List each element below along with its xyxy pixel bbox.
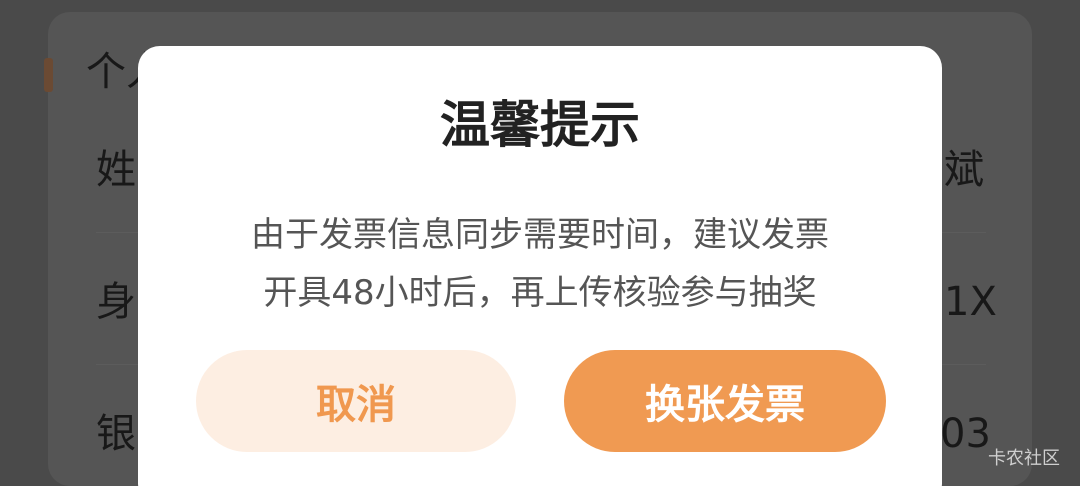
section-accent-bar [44, 58, 53, 92]
watermark: 卡农社区 [988, 448, 1060, 469]
row-label-id: 身 [96, 279, 136, 325]
dialog-message-line: 由于发票信息同步需要时间，建议发票 [251, 215, 829, 255]
dialog-title: 温馨提示 [440, 96, 640, 154]
row-label-bank: 银 [96, 411, 136, 457]
row-value-name: 斌 [944, 147, 984, 193]
cancel-button[interactable]: 取消 [196, 350, 516, 452]
change-invoice-button[interactable]: 换张发票 [564, 350, 886, 452]
row-label-name: 姓 [96, 147, 136, 193]
dialog-message: 由于发票信息同步需要时间，建议发票 开具48小时后，再上传核验参与抽奖 [178, 206, 902, 322]
dialog-message-line: 开具48小时后，再上传核验参与抽奖 [263, 273, 817, 313]
row-value-id: 1X [944, 279, 997, 325]
row-value-bank: 03 [940, 411, 991, 457]
